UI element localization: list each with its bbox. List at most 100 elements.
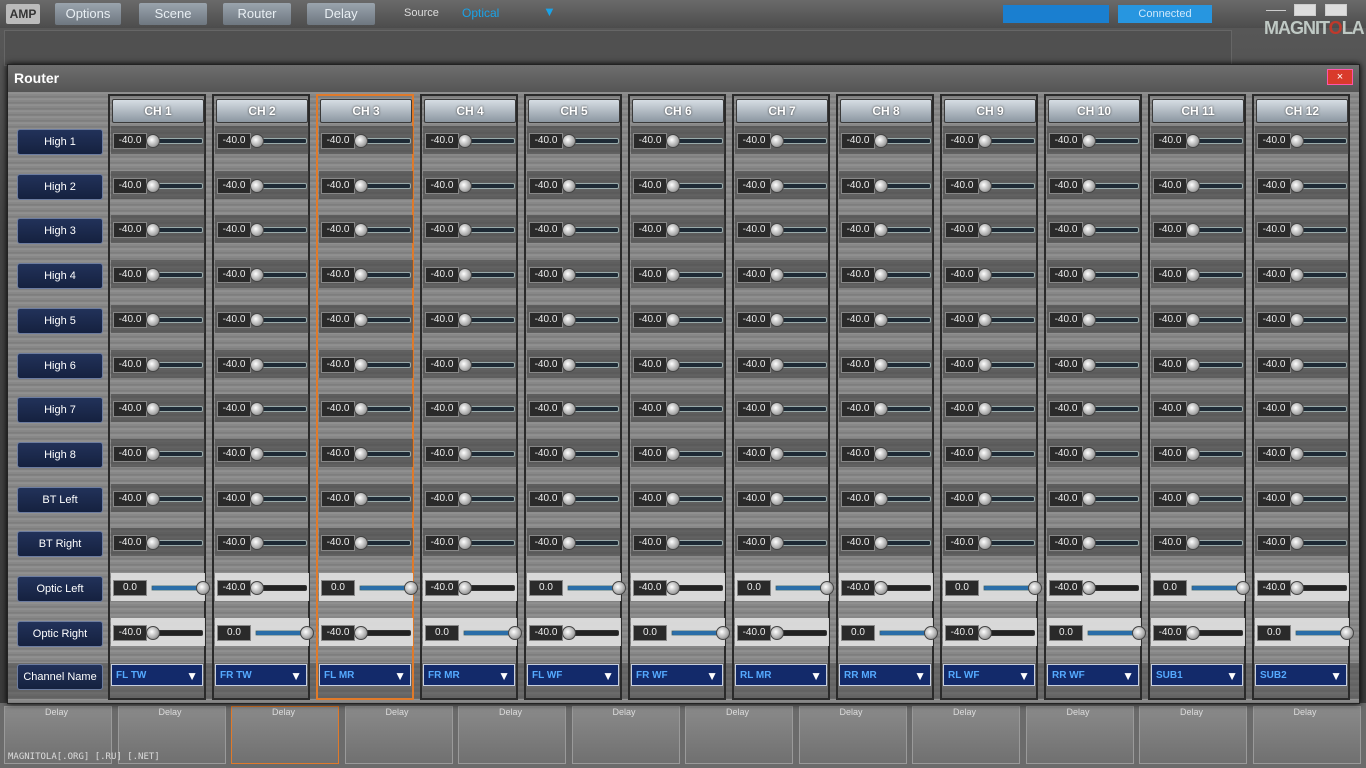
gain-slider-knob[interactable]: [1186, 268, 1200, 283]
gain-slider-knob[interactable]: [666, 178, 680, 193]
gain-slider[interactable]: [562, 625, 619, 640]
gain-value-input[interactable]: -40.0: [529, 311, 563, 328]
gain-slider-knob[interactable]: [874, 312, 888, 327]
gain-slider[interactable]: [458, 134, 515, 148]
gain-slider-knob[interactable]: [1290, 312, 1304, 327]
gain-slider-knob[interactable]: [458, 312, 472, 327]
gain-slider[interactable]: [1186, 625, 1243, 640]
menu-scene-button[interactable]: Scene: [139, 3, 207, 25]
gain-value-input[interactable]: -40.0: [529, 401, 563, 418]
gain-value-input[interactable]: -40.0: [321, 445, 355, 462]
gain-slider-knob[interactable]: [354, 357, 368, 372]
gain-value-input[interactable]: 0.0: [217, 624, 251, 641]
gain-slider-knob[interactable]: [354, 134, 368, 148]
gain-slider[interactable]: [770, 134, 827, 148]
gain-value-input[interactable]: -40.0: [1049, 445, 1083, 462]
menu-router-button[interactable]: Router: [223, 3, 291, 25]
channel-name-dropdown[interactable]: RR MR ▼: [839, 664, 931, 686]
gain-slider-knob[interactable]: [1290, 223, 1304, 238]
gain-slider-knob[interactable]: [1186, 625, 1200, 640]
gain-slider[interactable]: [770, 357, 827, 372]
channel-name-dropdown[interactable]: FR MR ▼: [423, 664, 515, 686]
gain-slider-knob[interactable]: [1082, 491, 1096, 506]
gain-value-input[interactable]: -40.0: [633, 445, 667, 462]
gain-slider[interactable]: [978, 402, 1035, 417]
gain-value-input[interactable]: -40.0: [529, 177, 563, 194]
gain-value-input[interactable]: -40.0: [1049, 580, 1083, 596]
gain-slider[interactable]: [666, 134, 723, 148]
gain-slider[interactable]: [354, 491, 411, 506]
gain-value-input[interactable]: -40.0: [113, 401, 147, 418]
gain-slider[interactable]: [1082, 268, 1139, 283]
gain-slider[interactable]: [567, 581, 626, 595]
gain-value-input[interactable]: -40.0: [217, 356, 251, 373]
gain-slider-knob[interactable]: [250, 357, 264, 372]
gain-value-input[interactable]: -40.0: [321, 535, 355, 552]
gain-slider-knob[interactable]: [874, 178, 888, 193]
gain-value-input[interactable]: 0.0: [529, 580, 563, 596]
gain-value-input[interactable]: -40.0: [425, 356, 459, 373]
gain-slider[interactable]: [1191, 581, 1250, 595]
gain-value-input[interactable]: -40.0: [945, 445, 979, 462]
source-select[interactable]: Optical: [462, 6, 499, 20]
gain-slider-knob[interactable]: [874, 268, 888, 283]
gain-value-input[interactable]: -40.0: [1257, 356, 1291, 373]
gain-slider-knob[interactable]: [250, 134, 264, 148]
gain-slider-knob[interactable]: [458, 402, 472, 417]
gain-value-input[interactable]: -40.0: [217, 311, 251, 328]
gain-slider-knob[interactable]: [562, 357, 576, 372]
gain-slider-knob[interactable]: [1082, 446, 1096, 461]
gain-value-input[interactable]: -40.0: [737, 624, 771, 641]
gain-slider[interactable]: [1186, 446, 1243, 461]
gain-slider-knob[interactable]: [1290, 491, 1304, 506]
gain-value-input[interactable]: -40.0: [113, 177, 147, 194]
gain-slider[interactable]: [562, 134, 619, 148]
gain-value-input[interactable]: -40.0: [529, 356, 563, 373]
gain-slider[interactable]: [1186, 312, 1243, 327]
gain-slider[interactable]: [978, 178, 1035, 193]
gain-slider-knob[interactable]: [770, 268, 784, 283]
channel-header-button[interactable]: CH 11: [1152, 99, 1244, 123]
gain-slider-knob[interactable]: [666, 134, 680, 148]
gain-slider-knob[interactable]: [250, 491, 264, 506]
gain-slider[interactable]: [250, 312, 307, 327]
gain-slider[interactable]: [1290, 134, 1347, 148]
router-title-bar[interactable]: Router ×: [8, 65, 1359, 92]
gain-slider[interactable]: [354, 312, 411, 327]
gain-slider-knob[interactable]: [562, 536, 576, 551]
gain-value-input[interactable]: -40.0: [321, 490, 355, 507]
gain-slider-knob[interactable]: [1290, 402, 1304, 417]
gain-value-input[interactable]: -40.0: [633, 535, 667, 552]
delay-panel[interactable]: Delay: [1252, 706, 1361, 764]
gain-value-input[interactable]: -40.0: [1153, 624, 1187, 641]
gain-slider[interactable]: [354, 625, 411, 640]
gain-slider-knob[interactable]: [146, 312, 160, 327]
gain-slider[interactable]: [354, 268, 411, 283]
delay-panel[interactable]: Delay: [231, 706, 339, 764]
gain-slider[interactable]: [250, 536, 307, 551]
gain-slider[interactable]: [770, 491, 827, 506]
gain-value-input[interactable]: 0.0: [737, 580, 771, 596]
gain-value-input[interactable]: -40.0: [217, 580, 251, 596]
gain-slider[interactable]: [250, 357, 307, 372]
gain-value-input[interactable]: -40.0: [841, 267, 875, 284]
gain-slider-knob[interactable]: [666, 312, 680, 327]
gain-value-input[interactable]: -40.0: [217, 133, 251, 149]
gain-value-input[interactable]: 0.0: [321, 580, 355, 596]
gain-slider-knob[interactable]: [978, 491, 992, 506]
gain-value-input[interactable]: -40.0: [633, 490, 667, 507]
gain-value-input[interactable]: -40.0: [633, 580, 667, 596]
gain-slider-knob[interactable]: [146, 357, 160, 372]
chevron-down-icon[interactable]: ▼: [543, 4, 556, 19]
gain-slider[interactable]: [666, 402, 723, 417]
triangle-down-icon[interactable]: ▼: [914, 665, 926, 687]
gain-value-input[interactable]: -40.0: [737, 401, 771, 418]
gain-value-input[interactable]: -40.0: [425, 535, 459, 552]
gain-slider[interactable]: [562, 268, 619, 283]
gain-slider[interactable]: [458, 536, 515, 551]
gain-value-input[interactable]: -40.0: [425, 177, 459, 194]
gain-slider[interactable]: [1295, 625, 1354, 640]
gain-slider-knob[interactable]: [354, 402, 368, 417]
gain-slider[interactable]: [458, 312, 515, 327]
gain-slider-knob[interactable]: [562, 402, 576, 417]
